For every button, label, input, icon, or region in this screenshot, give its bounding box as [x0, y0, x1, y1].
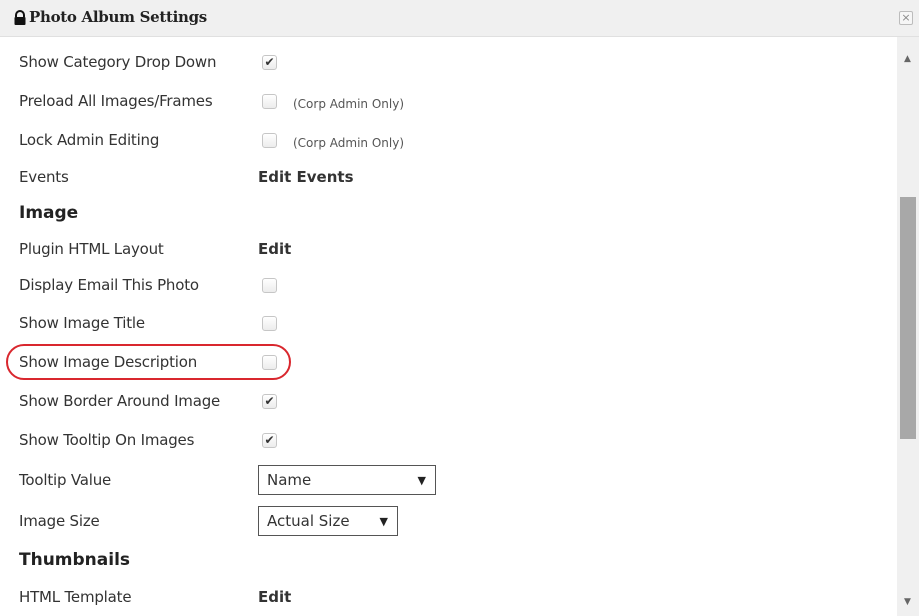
checkbox-show-image-title[interactable]: [262, 315, 277, 331]
row-preload-all-images: Preload All Images/Frames (Corp Admin On…: [0, 82, 897, 120]
close-icon: ×: [901, 11, 911, 24]
note-corp-admin-only: (Corp Admin Only): [293, 136, 404, 150]
lock-icon: [14, 10, 26, 25]
row-show-category-drop-down: Show Category Drop Down ✔: [0, 43, 897, 81]
row-display-email-this-photo: Display Email This Photo: [0, 266, 897, 304]
label-lock-admin-editing: Lock Admin Editing: [19, 131, 160, 149]
image-size-select[interactable]: Actual Size ▼: [258, 506, 398, 536]
label-show-border-around-image: Show Border Around Image: [19, 392, 221, 410]
checkbox-show-tooltip-on-images[interactable]: ✔: [262, 432, 277, 448]
close-button[interactable]: ×: [899, 11, 913, 25]
row-tooltip-value: Tooltip Value Name ▼: [0, 461, 897, 499]
checkbox-preload-all-images[interactable]: [262, 93, 277, 109]
dialog-title: Photo Album Settings: [29, 8, 207, 26]
tooltip-value-selected: Name: [267, 471, 312, 489]
row-events: Events Edit Events: [0, 158, 897, 196]
section-image: Image: [0, 194, 897, 232]
label-show-image-title: Show Image Title: [19, 314, 145, 332]
row-show-tooltip-on-images: Show Tooltip On Images ✔: [0, 421, 897, 459]
row-show-image-description: Show Image Description: [0, 343, 897, 381]
row-plugin-html-layout: Plugin HTML Layout Edit: [0, 230, 897, 268]
dialog-titlebar: Photo Album Settings ×: [0, 0, 919, 37]
image-size-selected: Actual Size: [267, 512, 350, 530]
row-image-size: Image Size Actual Size ▼: [0, 502, 897, 540]
scroll-down-icon[interactable]: ▼: [904, 597, 911, 607]
label-image-size: Image Size: [19, 512, 100, 530]
section-heading-image: Image: [19, 203, 79, 223]
edit-events-link[interactable]: Edit Events: [258, 168, 354, 186]
tooltip-value-select[interactable]: Name ▼: [258, 465, 436, 495]
row-lock-admin-editing: Lock Admin Editing (Corp Admin Only): [0, 121, 897, 159]
checkbox-show-category-drop-down[interactable]: ✔: [262, 54, 277, 70]
label-display-email-this-photo: Display Email This Photo: [19, 276, 199, 294]
label-plugin-html-layout: Plugin HTML Layout: [19, 240, 164, 258]
row-html-template: HTML Template Edit: [0, 578, 897, 616]
checkbox-display-email-this-photo[interactable]: [262, 277, 277, 293]
row-show-image-title: Show Image Title: [0, 304, 897, 342]
checkbox-lock-admin-editing[interactable]: [262, 132, 277, 148]
label-show-category-drop-down: Show Category Drop Down: [19, 53, 217, 71]
label-events: Events: [19, 168, 69, 186]
label-show-tooltip-on-images: Show Tooltip On Images: [19, 431, 195, 449]
section-heading-thumbnails: Thumbnails: [19, 550, 131, 570]
scroll-up-icon[interactable]: ▲: [904, 54, 911, 64]
chevron-down-icon: ▼: [417, 473, 426, 487]
note-corp-admin-only: (Corp Admin Only): [293, 97, 404, 111]
label-tooltip-value: Tooltip Value: [19, 471, 112, 489]
label-html-template: HTML Template: [19, 588, 132, 606]
row-show-border-around-image: Show Border Around Image ✔: [0, 382, 897, 420]
section-thumbnails: Thumbnails: [0, 541, 897, 579]
vertical-scrollbar[interactable]: ▲ ▼: [897, 37, 919, 616]
chevron-down-icon: ▼: [379, 514, 388, 528]
edit-plugin-html-layout-link[interactable]: Edit: [258, 240, 291, 258]
checkbox-show-image-description[interactable]: [262, 354, 277, 370]
label-show-image-description: Show Image Description: [19, 353, 198, 371]
label-preload-all-images: Preload All Images/Frames: [19, 92, 213, 110]
settings-panel: Show Category Drop Down ✔ Preload All Im…: [0, 37, 897, 616]
checkbox-show-border-around-image[interactable]: ✔: [262, 393, 277, 409]
scrollbar-thumb[interactable]: [900, 197, 916, 439]
edit-html-template-link[interactable]: Edit: [258, 588, 291, 606]
